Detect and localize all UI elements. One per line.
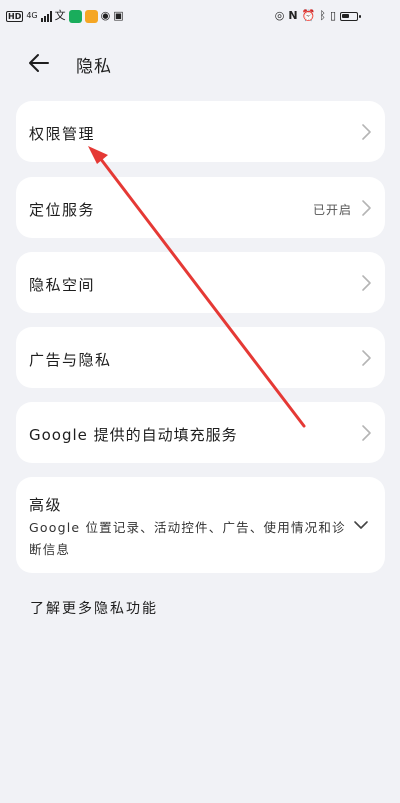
hd-badge: HD xyxy=(6,10,24,22)
vibrate-icon: ▯ xyxy=(329,9,336,22)
signal-strength-icon xyxy=(40,10,52,22)
chevron-right-icon xyxy=(362,350,371,366)
chevron-right-icon xyxy=(362,275,371,291)
chevron-right-icon xyxy=(362,200,371,216)
ads-privacy-label: 广告与隐私 xyxy=(29,351,112,369)
battery-icon xyxy=(340,11,361,21)
alarm-icon: ⏰ xyxy=(301,9,316,22)
ads-privacy-item[interactable]: 广告与隐私 xyxy=(16,327,385,388)
app-notification-icon: ▣ xyxy=(113,9,124,22)
google-autofill-label: Google 提供的自动填充服务 xyxy=(29,426,238,444)
location-services-item[interactable]: 定位服务 已开启 xyxy=(16,177,385,238)
learn-more-privacy-link[interactable]: 了解更多隐私功能 xyxy=(30,598,158,618)
page-title: 隐私 xyxy=(76,57,112,77)
google-autofill-item[interactable]: Google 提供的自动填充服务 xyxy=(16,402,385,463)
permission-management-label: 权限管理 xyxy=(29,125,96,143)
chevron-right-icon xyxy=(362,425,371,441)
chevron-down-icon xyxy=(354,521,368,529)
location-status-value: 已开启 xyxy=(312,203,352,217)
network-type-label: 4G xyxy=(26,11,38,20)
orange-app-icon xyxy=(84,9,98,23)
nfc-icon: N xyxy=(288,9,298,22)
location-services-label: 定位服务 xyxy=(29,201,96,219)
message-app-icon xyxy=(68,9,82,23)
back-arrow-icon[interactable] xyxy=(26,50,56,76)
translate-icon: 文 xyxy=(54,9,66,22)
back-button[interactable] xyxy=(26,50,56,76)
battery-level xyxy=(342,13,350,18)
private-space-label: 隐私空间 xyxy=(29,276,96,294)
eye-icon: ◎ xyxy=(274,9,285,22)
status-bar-left: HD 4G 文 ◉ ▣ xyxy=(6,8,124,24)
bluetooth-icon: ᛒ xyxy=(319,9,326,22)
advanced-description: Google 位置记录、活动控件、广告、使用情况和诊断信息 xyxy=(29,520,346,557)
record-icon: ◉ xyxy=(100,9,111,22)
advanced-title: 高级 xyxy=(29,496,63,514)
advanced-item[interactable]: 高级 Google 位置记录、活动控件、广告、使用情况和诊断信息 xyxy=(16,477,385,573)
header: 隐私 xyxy=(0,40,400,86)
status-bar-right: ◎ N ⏰ ᛒ ▯ xyxy=(274,8,361,24)
private-space-item[interactable]: 隐私空间 xyxy=(16,252,385,313)
status-bar: HD 4G 文 ◉ ▣ ◎ N ⏰ ᛒ ▯ xyxy=(0,0,400,34)
chevron-right-icon xyxy=(362,124,371,140)
permission-management-item[interactable]: 权限管理 xyxy=(16,101,385,162)
